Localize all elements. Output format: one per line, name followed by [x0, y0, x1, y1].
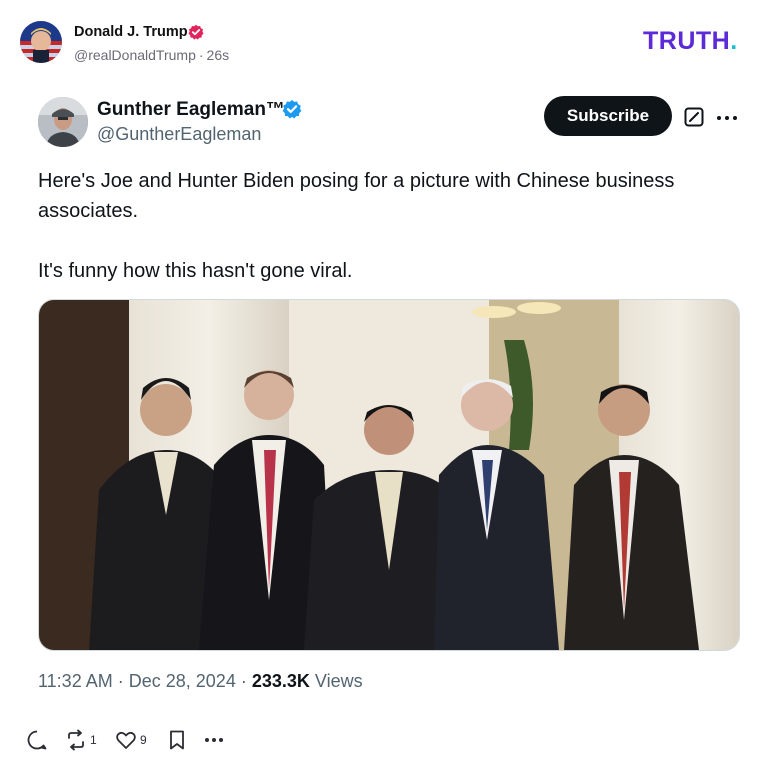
post-date[interactable]: Dec 28, 2024	[129, 671, 236, 691]
logo-text: TRUTH	[643, 27, 731, 55]
post-text: Here's Joe and Hunter Biden posing for a…	[38, 166, 738, 286]
action-bar: 1 9	[0, 725, 777, 761]
author-handle[interactable]: @GuntherEagleman	[97, 124, 261, 145]
verified-badge-icon	[282, 99, 302, 119]
subscribe-button[interactable]: Subscribe	[544, 96, 672, 136]
author-handle[interactable]: @realDonaldTrump	[74, 47, 196, 63]
truth-post-header: Donald J. Trump @realDonaldTrump · 26s TRU…	[0, 0, 777, 80]
views-count: 233.3K	[251, 671, 310, 691]
post-paragraph: Here's Joe and Hunter Biden posing for a…	[38, 170, 675, 222]
timestamp[interactable]: 26s	[207, 47, 230, 63]
more-icon	[203, 729, 225, 751]
bookmark-icon	[166, 729, 188, 751]
like-count: 9	[140, 733, 147, 747]
repost-button[interactable]: 1	[65, 725, 97, 755]
reply-icon	[26, 729, 48, 751]
avatar[interactable]	[20, 21, 62, 63]
views-label: Views	[314, 671, 363, 691]
avatar[interactable]	[38, 97, 88, 147]
heart-icon	[115, 729, 137, 751]
separator: ·	[117, 671, 124, 691]
more-icon[interactable]	[716, 110, 738, 120]
reply-button[interactable]	[26, 725, 48, 755]
author-name[interactable]: Donald J. Trump	[74, 24, 188, 40]
repost-icon	[65, 729, 87, 751]
post-photo[interactable]	[38, 299, 740, 651]
author-meta: @realDonaldTrump · 26s	[74, 47, 232, 63]
logo-dot: .	[730, 27, 738, 55]
separator: ·	[240, 671, 247, 691]
author-name[interactable]: Gunther Eagleman™	[97, 99, 285, 121]
separator: ·	[198, 47, 204, 63]
verified-badge-icon	[188, 24, 204, 40]
repost-count: 1	[90, 733, 97, 747]
truth-logo: TRUTH.	[643, 27, 738, 56]
grok-icon[interactable]	[684, 107, 704, 127]
bookmark-button[interactable]	[166, 725, 188, 755]
post-time[interactable]: 11:32 AM	[38, 671, 113, 691]
post-paragraph: It's funny how this hasn't gone viral.	[38, 260, 353, 282]
more-button[interactable]	[203, 725, 225, 755]
like-button[interactable]: 9	[115, 725, 147, 755]
post-meta: 11:32 AM · Dec 28, 2024 · 233.3K Views	[38, 671, 363, 692]
